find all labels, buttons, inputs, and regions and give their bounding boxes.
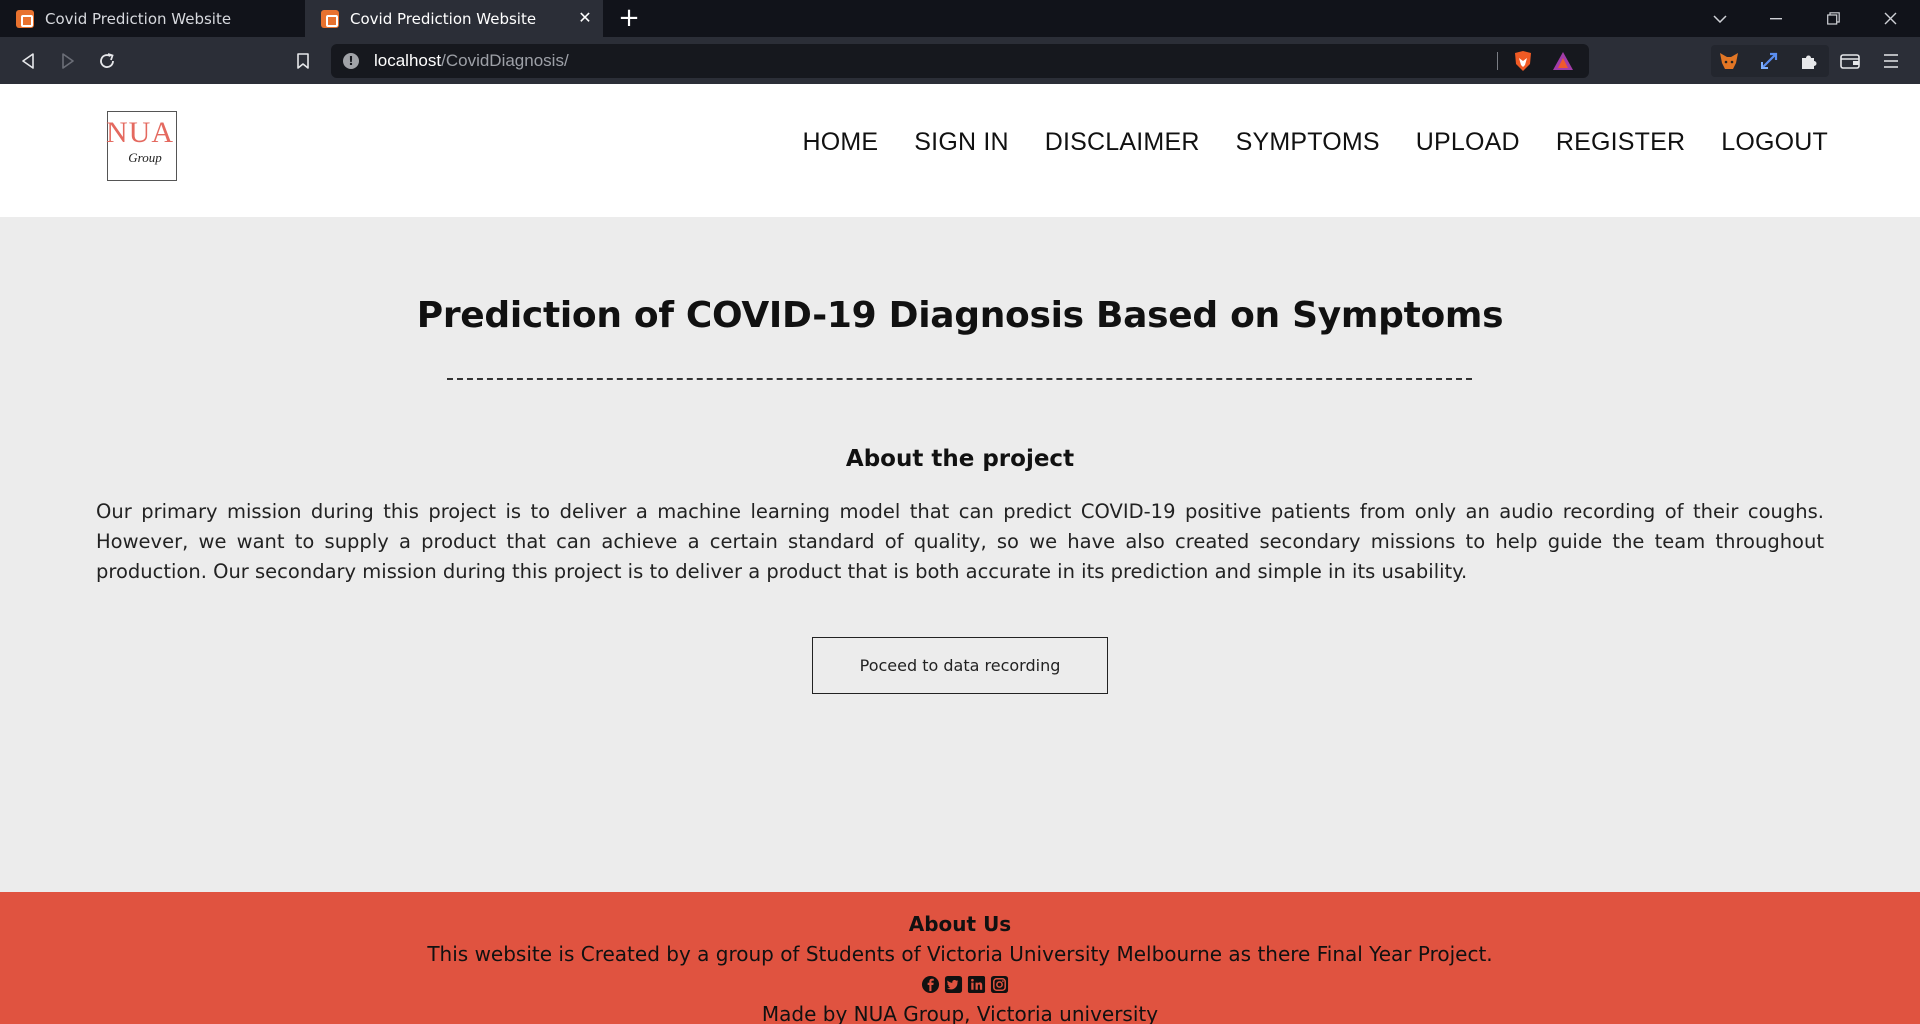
bookmark-icon[interactable] [285, 37, 321, 84]
logo-sub-text: Group [128, 150, 162, 165]
browser-tab-bar: Covid Prediction Website Covid Predictio… [0, 0, 1920, 37]
site-info-icon[interactable]: ! [343, 53, 359, 69]
social-links [920, 974, 1012, 994]
nav-upload[interactable]: UPLOAD [1416, 128, 1520, 157]
close-tab-icon[interactable]: ✕ [575, 8, 595, 28]
nav-logout[interactable]: LOGOUT [1721, 128, 1828, 157]
xampp-favicon-icon [16, 9, 34, 28]
page-title: Prediction of COVID-19 Diagnosis Based o… [416, 295, 1504, 336]
url-text[interactable]: localhost/CovidDiagnosis/ [374, 51, 569, 71]
facebook-icon[interactable] [920, 974, 940, 994]
tab-title: Covid Prediction Website [45, 9, 232, 28]
instagram-icon[interactable] [989, 974, 1009, 994]
nav-home[interactable]: HOME [802, 128, 878, 157]
extensions-puzzle-icon[interactable] [1791, 45, 1827, 77]
extensions-group [1711, 45, 1829, 77]
nua-group-logo[interactable]: NUA Group [106, 111, 177, 181]
nav-register[interactable]: REGISTER [1556, 128, 1685, 157]
extension-arrows-icon[interactable] [1751, 45, 1787, 77]
footer-title: About Us [908, 912, 1012, 936]
main-nav: HOME SIGN IN DISCLAIMER SYMPTOMS UPLOAD … [766, 128, 1828, 157]
twitter-icon[interactable] [943, 974, 963, 994]
tab-search-chevron-icon[interactable] [1692, 0, 1748, 37]
made-by-text: Made by NUA Group, Victoria university [761, 1002, 1159, 1024]
nav-symptoms[interactable]: SYMPTOMS [1236, 128, 1380, 157]
browser-tab[interactable]: Covid Prediction Website [0, 0, 300, 37]
metamask-fox-icon[interactable] [1711, 45, 1747, 77]
restore-icon[interactable] [1805, 0, 1861, 37]
url-divider [1497, 52, 1498, 70]
new-tab-icon[interactable]: + [615, 3, 643, 33]
linkedin-icon[interactable] [966, 974, 986, 994]
xampp-favicon-icon [321, 9, 339, 28]
proceed-to-recording-button[interactable]: Poceed to data recording [812, 637, 1108, 694]
about-text: Our primary mission during this project … [96, 500, 1824, 583]
tab-title: Covid Prediction Website [350, 9, 537, 28]
browser-toolbar: ! localhost/CovidDiagnosis/ [0, 37, 1920, 84]
menu-icon[interactable] [1873, 37, 1909, 84]
close-window-icon[interactable] [1862, 0, 1918, 37]
back-icon[interactable] [10, 37, 46, 84]
nav-sign-in[interactable]: SIGN IN [914, 128, 1008, 157]
reload-icon[interactable] [89, 37, 125, 84]
brave-shields-icon[interactable] [1513, 50, 1533, 76]
wallet-icon[interactable] [1832, 37, 1868, 84]
browser-tab-active[interactable]: Covid Prediction Website ✕ [305, 0, 603, 37]
about-heading: About the project [845, 446, 1075, 472]
site-header: NUA Group HOME SIGN IN DISCLAIMER SYMPTO… [0, 84, 1920, 217]
footer-text: This website is Created by a group of St… [427, 942, 1493, 966]
address-bar[interactable]: ! localhost/CovidDiagnosis/ [331, 44, 1589, 78]
nav-disclaimer[interactable]: DISCLAIMER [1045, 128, 1200, 157]
minimize-icon[interactable] [1748, 0, 1804, 37]
logo-main-text: NUA [106, 116, 174, 149]
site-footer: About Us This website is Created by a gr… [0, 892, 1920, 1024]
dashed-divider [447, 378, 1472, 380]
forward-icon[interactable] [50, 37, 86, 84]
brave-rewards-icon[interactable] [1552, 51, 1574, 75]
